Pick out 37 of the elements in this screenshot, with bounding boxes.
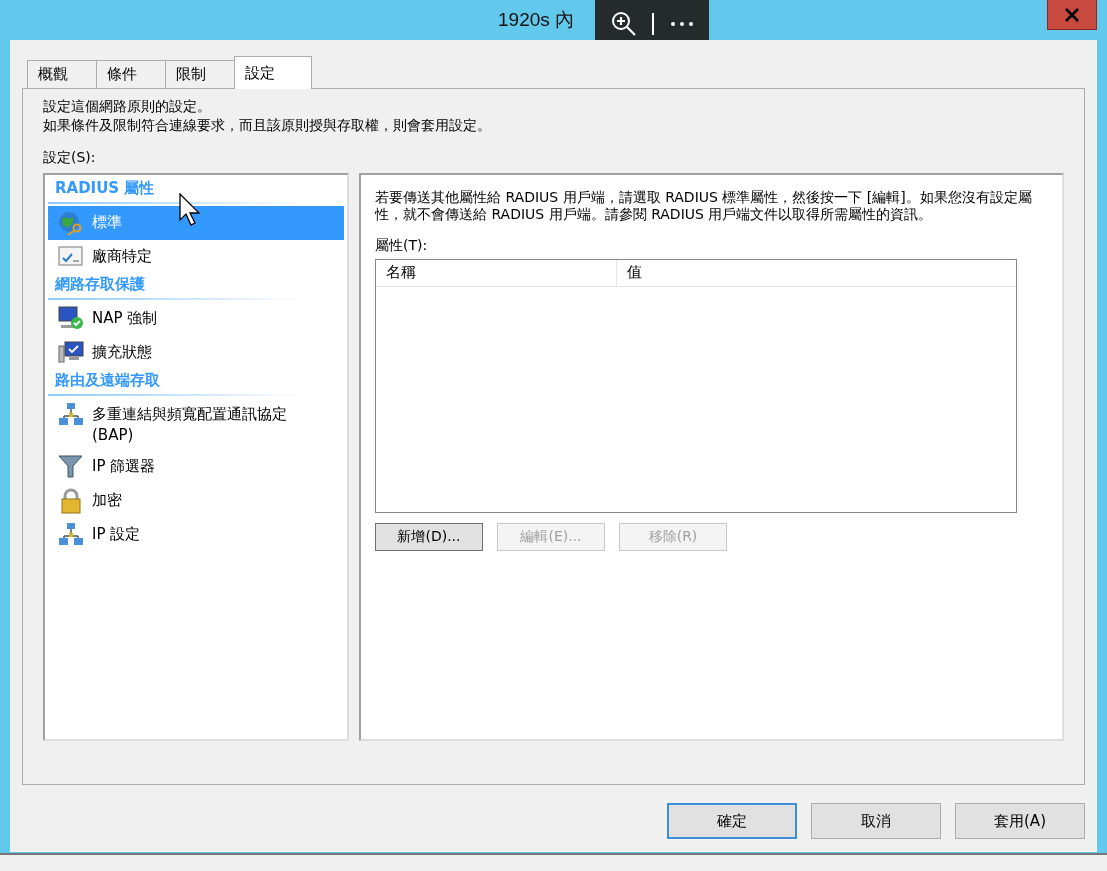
settings-item[interactable]: IP 篩選器	[48, 450, 344, 484]
description-text: 設定這個網路原則的設定。	[43, 97, 212, 116]
settings-item[interactable]: 加密	[48, 484, 344, 518]
checklist-window-icon	[58, 244, 84, 268]
column-header[interactable]: 名稱	[376, 260, 617, 286]
dialog-button[interactable]: 取消	[811, 803, 941, 839]
action-button[interactable]: 新增(D)...	[375, 523, 483, 551]
cursor-icon	[179, 193, 201, 227]
settings-item[interactable]: IP 設定	[48, 518, 344, 552]
network-icon	[58, 522, 84, 546]
group-header: 路由及遠端存取	[48, 370, 304, 396]
monitor-icon	[58, 340, 84, 364]
attributes-label: 屬性(T):	[375, 237, 429, 255]
dialog-button[interactable]: 確定	[667, 803, 797, 839]
dialog-button[interactable]: 套用(A)	[955, 803, 1085, 839]
description-text: 如果條件及限制符合連線要求，而且該原則授與存取權，則會套用設定。	[43, 116, 492, 135]
close-icon	[1064, 7, 1080, 22]
funnel-icon	[58, 454, 84, 478]
settings-label: 設定(S):	[43, 149, 97, 167]
settings-item[interactable]: 廠商特定	[48, 240, 344, 274]
lock-icon	[60, 488, 82, 514]
network-icon	[58, 402, 84, 426]
column-header[interactable]: 值	[617, 260, 1016, 286]
settings-item[interactable]: NAP 強制	[48, 302, 344, 336]
tab[interactable]: 概觀	[27, 60, 97, 88]
group-header: RADIUS 屬性	[48, 178, 304, 204]
more-icon[interactable]	[669, 20, 694, 27]
group-header: 網路存取保護	[48, 274, 304, 300]
settings-item[interactable]: 多重連結與頻寬配置通訊協定 (BAP)	[48, 398, 344, 450]
zoom-in-icon[interactable]	[610, 10, 637, 37]
tab[interactable]: 設定	[234, 56, 312, 89]
window-title: 1920s 內	[498, 8, 575, 32]
help-text: 若要傳送其他屬性給 RADIUS 用戶端，請選取 RADIUS 標準屬性，然後按一下 [編輯]。如果您沒有設定屬性，就不會傳送給 RADIUS 用戶端。請參閱 RADIUS 用戶端文件以取得所需屬性的資訊。	[375, 189, 1033, 223]
settings-item[interactable]: 擴充狀態	[48, 336, 344, 370]
monitor-shield-icon	[58, 306, 84, 330]
close-button[interactable]	[1047, 0, 1097, 30]
globe-key-icon	[58, 210, 84, 236]
